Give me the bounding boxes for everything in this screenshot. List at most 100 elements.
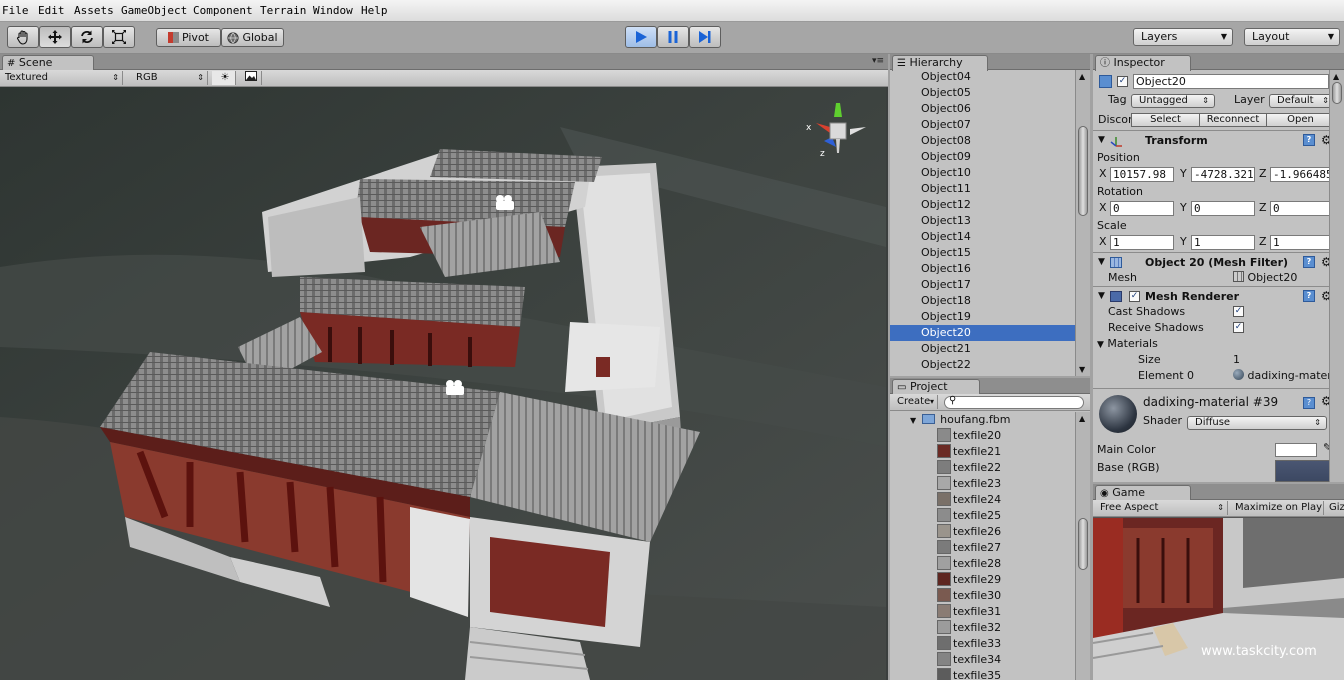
tab-project[interactable]: ▭ Project	[892, 379, 980, 395]
scroll-thumb[interactable]	[1078, 126, 1088, 216]
project-scrollbar[interactable]: ▲	[1075, 412, 1090, 680]
list-item[interactable]: Object10	[890, 165, 1075, 181]
help-book-icon[interactable]: ?	[1303, 256, 1315, 268]
scene-viewport[interactable]: x z	[0, 87, 886, 680]
file-list-item[interactable]: texfile23	[890, 476, 1075, 492]
list-item[interactable]: Object17	[890, 277, 1075, 293]
scroll-thumb[interactable]	[1332, 82, 1342, 104]
main-color-swatch[interactable]	[1275, 443, 1317, 457]
help-book-icon[interactable]: ?	[1303, 397, 1315, 409]
position-y-field[interactable]: -4728.321	[1191, 167, 1255, 182]
scroll-up-icon[interactable]: ▲	[1079, 414, 1085, 423]
orientation-gizmo[interactable]: x z	[806, 101, 870, 165]
menu-assets[interactable]: Assets	[74, 4, 114, 17]
file-list-item[interactable]: texfile33	[890, 636, 1075, 652]
menu-help[interactable]: Help	[361, 4, 388, 17]
list-item[interactable]: Object06	[890, 101, 1075, 117]
create-dropdown[interactable]: Create ▾	[894, 395, 938, 409]
file-list-item[interactable]: texfile30	[890, 588, 1075, 604]
pause-button[interactable]	[657, 26, 689, 48]
shader-dropdown[interactable]: Diffuse ⇕	[1187, 416, 1327, 430]
play-button[interactable]	[625, 26, 657, 48]
gear-icon[interactable]: ⚙	[1321, 394, 1329, 408]
element0-field[interactable]: dadixing-mater	[1233, 369, 1329, 383]
move-tool-button[interactable]	[39, 26, 71, 48]
materials-foldout[interactable]: ▼ Materials	[1093, 336, 1329, 352]
menu-terrain[interactable]: Terrain	[260, 4, 306, 17]
list-item[interactable]: Object18	[890, 293, 1075, 309]
mesh-renderer-header[interactable]: ▼ ✓ Mesh Renderer ? ⚙	[1093, 286, 1329, 306]
list-item[interactable]: Object13	[890, 213, 1075, 229]
folder-row[interactable]: ▼ houfang.fbm	[890, 412, 1075, 428]
scale-tool-button[interactable]	[103, 26, 135, 48]
menu-edit[interactable]: Edit	[38, 4, 65, 17]
list-item[interactable]: Object08	[890, 133, 1075, 149]
base-texture-thumbnail[interactable]	[1275, 460, 1329, 482]
prefab-open-button[interactable]: Open	[1266, 113, 1329, 127]
expand-arrow-icon[interactable]: ▼	[910, 416, 916, 425]
global-toggle-button[interactable]: Global	[221, 28, 284, 47]
file-list-item[interactable]: texfile21	[890, 444, 1075, 460]
scale-x-field[interactable]: 1	[1110, 235, 1174, 250]
step-button[interactable]	[689, 26, 721, 48]
gear-icon[interactable]: ⚙	[1321, 131, 1329, 150]
gizmos-toggle[interactable]: Gizr	[1326, 501, 1344, 515]
object-name-field[interactable]: Object20	[1133, 74, 1329, 89]
inspector-scrollbar[interactable]: ▲	[1329, 70, 1344, 482]
file-list-item[interactable]: texfile26	[890, 524, 1075, 540]
aspect-dropdown[interactable]: Free Aspect ⇕	[1097, 501, 1228, 515]
scroll-down-icon[interactable]: ▼	[1079, 365, 1085, 374]
file-list-item[interactable]: texfile28	[890, 556, 1075, 572]
receive-shadows-checkbox[interactable]: ✓	[1233, 322, 1244, 333]
foldout-arrow-icon[interactable]: ▼	[1098, 131, 1105, 150]
file-list-item[interactable]: texfile22	[890, 460, 1075, 476]
tab-scene[interactable]: # Scene	[2, 55, 94, 71]
prefab-reconnect-button[interactable]: Reconnect	[1199, 113, 1267, 127]
list-item[interactable]: Object19	[890, 309, 1075, 325]
tab-inspector[interactable]: ⓘ Inspector	[1095, 55, 1191, 71]
file-list-item[interactable]: texfile31	[890, 604, 1075, 620]
menu-gameobject[interactable]: GameObject	[121, 4, 187, 17]
file-list-item[interactable]: texfile25	[890, 508, 1075, 524]
help-book-icon[interactable]: ?	[1303, 290, 1315, 302]
active-checkbox[interactable]: ✓	[1117, 76, 1128, 87]
file-list-item[interactable]: texfile27	[890, 540, 1075, 556]
panel-menu-icon[interactable]: ▾≡	[872, 56, 884, 66]
mesh-object-field[interactable]: Object20	[1233, 271, 1329, 285]
hand-tool-button[interactable]	[7, 26, 39, 48]
scene-lighting-toggle[interactable]: ☀	[212, 71, 236, 85]
tab-game[interactable]: ◉ Game	[1095, 485, 1191, 501]
mesh-filter-header[interactable]: ▼ Object 20 (Mesh Filter) ? ⚙	[1093, 252, 1329, 272]
menu-file[interactable]: File	[2, 4, 29, 17]
maximize-on-play-toggle[interactable]: Maximize on Play	[1232, 501, 1324, 515]
cast-shadows-checkbox[interactable]: ✓	[1233, 306, 1244, 317]
tag-dropdown[interactable]: Untagged ⇕	[1131, 94, 1215, 108]
menu-window[interactable]: Window	[313, 4, 353, 17]
file-list-item[interactable]: texfile32	[890, 620, 1075, 636]
list-item-selected[interactable]: Object20	[890, 325, 1075, 341]
scene-image-toggle[interactable]	[238, 71, 262, 85]
file-list-item[interactable]: texfile35	[890, 668, 1075, 680]
list-item[interactable]: Object14	[890, 229, 1075, 245]
scroll-up-icon[interactable]: ▲	[1333, 72, 1339, 81]
prefab-select-button[interactable]: Select	[1131, 113, 1200, 127]
menu-component[interactable]: Component	[193, 4, 253, 17]
layout-dropdown[interactable]: Layout ▼	[1244, 28, 1340, 46]
rotation-z-field[interactable]: 0	[1270, 201, 1329, 216]
layers-dropdown[interactable]: Layers ▼	[1133, 28, 1233, 46]
file-list-item[interactable]: texfile20	[890, 428, 1075, 444]
hierarchy-scrollbar[interactable]: ▲ ▼	[1075, 70, 1090, 376]
list-item[interactable]: Object22	[890, 357, 1075, 373]
pivot-toggle-button[interactable]: Pivot	[156, 28, 221, 47]
list-item[interactable]: Object11	[890, 181, 1075, 197]
rotation-x-field[interactable]: 0	[1110, 201, 1174, 216]
help-book-icon[interactable]: ?	[1303, 134, 1315, 146]
list-item[interactable]: Object05	[890, 85, 1075, 101]
transform-header[interactable]: ▼ Transform ? ⚙	[1093, 130, 1329, 150]
scroll-up-icon[interactable]: ▲	[1079, 72, 1085, 81]
scale-y-field[interactable]: 1	[1191, 235, 1255, 250]
scroll-thumb[interactable]	[1078, 518, 1088, 570]
position-z-field[interactable]: -1.966485	[1270, 167, 1329, 182]
scale-z-field[interactable]: 1	[1270, 235, 1329, 250]
file-list-item[interactable]: texfile34	[890, 652, 1075, 668]
